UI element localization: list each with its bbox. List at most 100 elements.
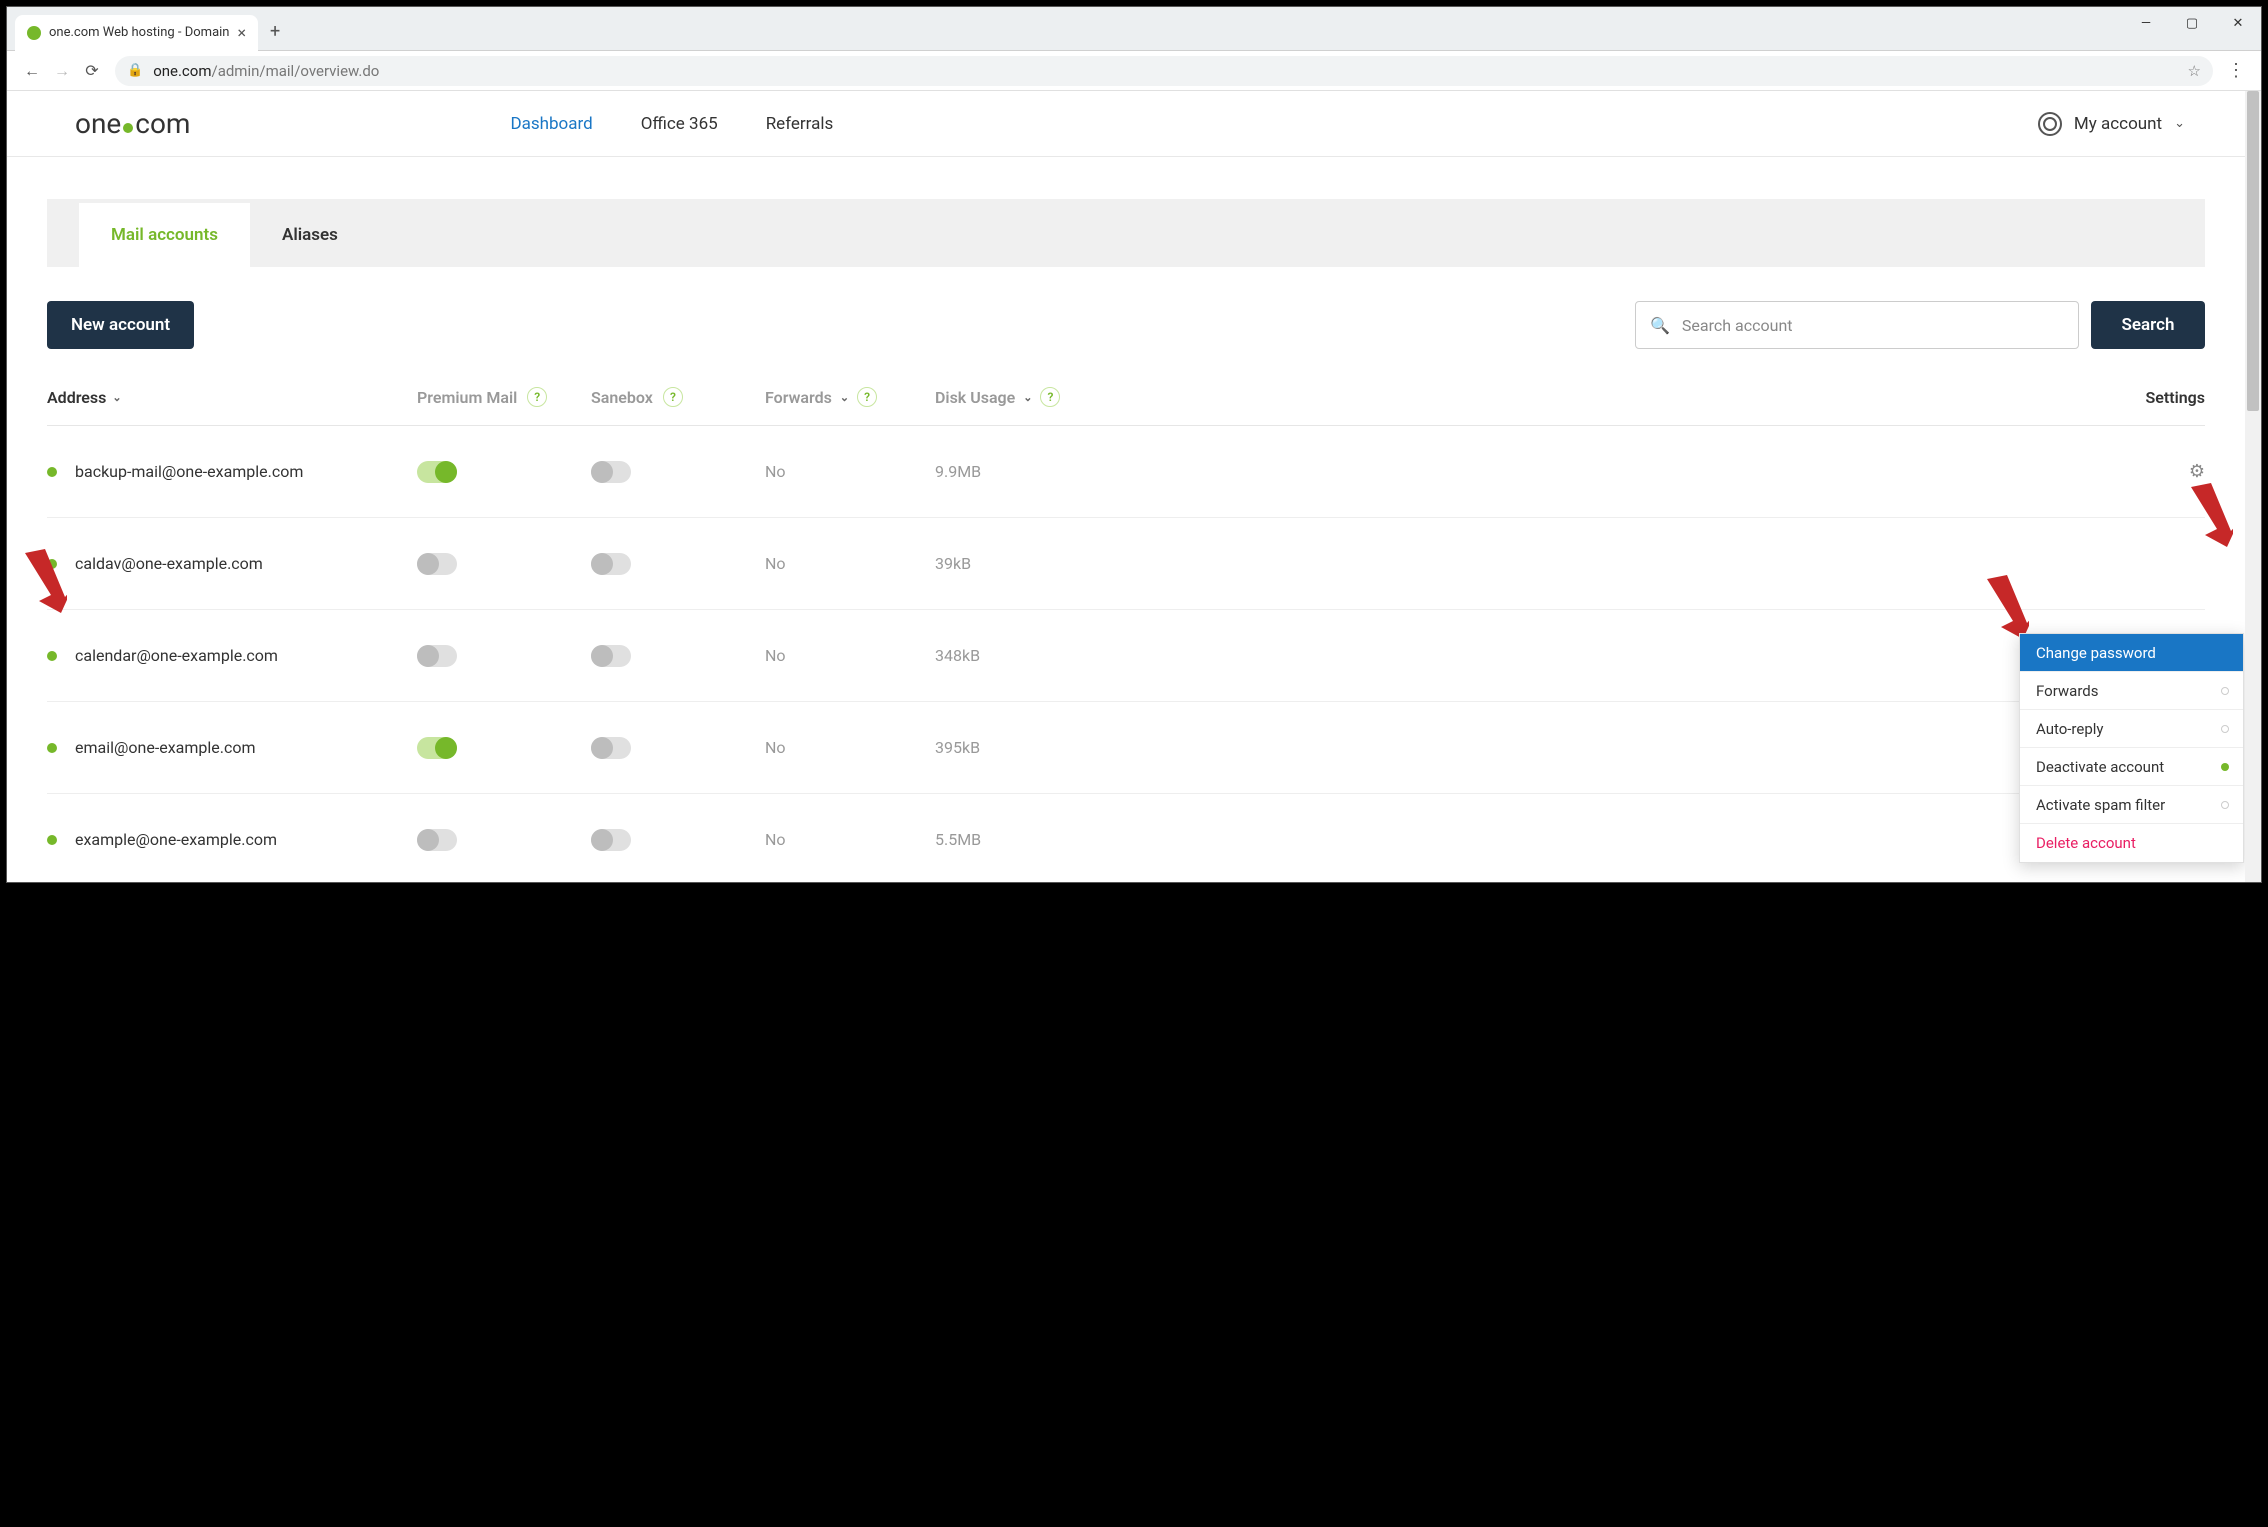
nav-referrals[interactable]: Referrals <box>766 114 834 134</box>
sanebox-toggle[interactable] <box>591 553 631 575</box>
sanebox-toggle[interactable] <box>591 645 631 667</box>
bookmark-icon[interactable]: ☆ <box>2188 62 2201 80</box>
email-text: caldav@one-example.com <box>75 554 263 573</box>
cell-disk: 39kB <box>935 554 1135 573</box>
help-icon[interactable]: ? <box>857 387 877 407</box>
cell-premium <box>417 737 591 759</box>
column-settings: Settings <box>1135 388 2205 407</box>
table-row: example@one-example.comNo5.5MB⚙ <box>47 794 2205 882</box>
lock-icon: 🔒 <box>127 63 143 78</box>
annotation-arrow-icon <box>17 545 67 615</box>
search-input[interactable]: 🔍 Search account <box>1635 301 2079 349</box>
new-account-button[interactable]: New account <box>47 301 194 349</box>
cell-settings: ⚙ <box>1135 461 2205 482</box>
cell-forwards: No <box>765 646 935 665</box>
column-forwards[interactable]: Forwards⌄? <box>765 387 935 407</box>
cell-address: backup-mail@one-example.com <box>47 462 417 481</box>
annotation-arrow-icon <box>1979 571 2029 641</box>
cell-sanebox <box>591 829 765 851</box>
annotation-arrow-icon <box>2183 479 2233 549</box>
premium-toggle[interactable] <box>417 737 457 759</box>
nav-office365[interactable]: Office 365 <box>641 114 718 134</box>
tab-mail-accounts[interactable]: Mail accounts <box>79 203 250 267</box>
cell-premium <box>417 553 591 575</box>
url-domain: one.com <box>153 62 211 80</box>
logo[interactable]: onecom <box>75 107 190 140</box>
cell-premium <box>417 461 591 483</box>
url-path: /admin/mail/overview.do <box>212 62 380 80</box>
table-row: backup-mail@one-example.com No9.9MB⚙ <box>47 426 2205 518</box>
url-input[interactable]: 🔒 one.com/admin/mail/overview.do ☆ <box>115 56 2213 86</box>
nav-dashboard[interactable]: Dashboard <box>510 114 592 134</box>
tab-title: one.com Web hosting - Domain <box>49 25 230 40</box>
search-icon: 🔍 <box>1650 316 1670 335</box>
menu-spam-filter[interactable]: Activate spam filter <box>2020 786 2243 824</box>
cell-address: caldav@one-example.com <box>47 554 417 573</box>
table-row: email@one-example.com No395kB <box>47 702 2205 794</box>
premium-toggle[interactable] <box>417 553 457 575</box>
help-icon[interactable]: ? <box>527 387 547 407</box>
cell-forwards: No <box>765 738 935 757</box>
chevron-down-icon: ⌄ <box>840 391 849 404</box>
window-controls: — ▢ ✕ <box>2123 7 2261 39</box>
cell-disk: 395kB <box>935 738 1135 757</box>
column-address[interactable]: Address⌄ <box>47 388 417 407</box>
email-text: example@one-example.com <box>75 830 277 849</box>
back-button[interactable]: ← <box>17 56 47 86</box>
status-dot-icon <box>47 835 57 845</box>
browser-menu-button[interactable]: ⋮ <box>2221 60 2251 81</box>
site-header: onecom Dashboard Office 365 Referrals My… <box>7 91 2245 157</box>
cell-address: example@one-example.com <box>47 830 417 849</box>
status-indicator-icon <box>2221 725 2229 733</box>
close-tab-icon[interactable]: × <box>238 23 247 42</box>
account-label: My account <box>2074 114 2162 134</box>
menu-change-password[interactable]: Change password <box>2020 634 2243 672</box>
menu-delete-account[interactable]: Delete account <box>2020 824 2243 862</box>
status-indicator-icon <box>2221 801 2229 809</box>
menu-deactivate[interactable]: Deactivate account <box>2020 748 2243 786</box>
chevron-down-icon: ⌄ <box>112 391 121 404</box>
cell-disk: 9.9MB <box>935 462 1135 481</box>
column-premium: Premium Mail? <box>417 387 591 407</box>
cell-premium <box>417 829 591 851</box>
tab-aliases[interactable]: Aliases <box>250 203 370 267</box>
forward-button[interactable]: → <box>47 56 77 86</box>
menu-forwards[interactable]: Forwards <box>2020 672 2243 710</box>
scrollbar-thumb[interactable] <box>2247 91 2259 411</box>
sanebox-toggle[interactable] <box>591 461 631 483</box>
minimize-button[interactable]: — <box>2123 7 2169 39</box>
page-viewport: onecom Dashboard Office 365 Referrals My… <box>7 91 2245 882</box>
premium-toggle[interactable] <box>417 461 457 483</box>
premium-toggle[interactable] <box>417 829 457 851</box>
status-indicator-icon <box>2221 687 2229 695</box>
sanebox-toggle[interactable] <box>591 829 631 851</box>
accounts-table: Address⌄ Premium Mail? Sanebox? Forwards… <box>47 387 2205 882</box>
browser-titlebar: one.com Web hosting - Domain × + — ▢ ✕ <box>7 7 2261 51</box>
email-text: email@one-example.com <box>75 738 256 757</box>
search-button[interactable]: Search <box>2091 301 2205 349</box>
close-window-button[interactable]: ✕ <box>2215 7 2261 39</box>
column-disk[interactable]: Disk Usage⌄? <box>935 387 1135 407</box>
cell-forwards: No <box>765 462 935 481</box>
reload-button[interactable]: ⟳ <box>77 56 107 86</box>
menu-auto-reply[interactable]: Auto-reply <box>2020 710 2243 748</box>
maximize-button[interactable]: ▢ <box>2169 7 2215 39</box>
browser-tab[interactable]: one.com Web hosting - Domain × <box>15 15 258 51</box>
logo-dot-icon <box>123 123 133 133</box>
account-menu[interactable]: My account ⌄ <box>2038 112 2185 136</box>
browser-window: one.com Web hosting - Domain × + — ▢ ✕ ←… <box>6 6 2262 883</box>
cell-disk: 5.5MB <box>935 830 1135 849</box>
chevron-down-icon: ⌄ <box>1023 391 1032 404</box>
cell-sanebox <box>591 461 765 483</box>
help-icon[interactable]: ? <box>663 387 683 407</box>
content: Mail accounts Aliases New account 🔍 Sear… <box>7 157 2245 882</box>
new-tab-button[interactable]: + <box>270 21 280 42</box>
vertical-scrollbar[interactable] <box>2245 91 2261 882</box>
email-text: calendar@one-example.com <box>75 646 278 665</box>
premium-toggle[interactable] <box>417 645 457 667</box>
page-tabs: Mail accounts Aliases <box>47 199 2205 267</box>
sanebox-toggle[interactable] <box>591 737 631 759</box>
help-icon[interactable]: ? <box>1040 387 1060 407</box>
email-text: backup-mail@one-example.com <box>75 462 303 481</box>
avatar-icon <box>2038 112 2062 136</box>
